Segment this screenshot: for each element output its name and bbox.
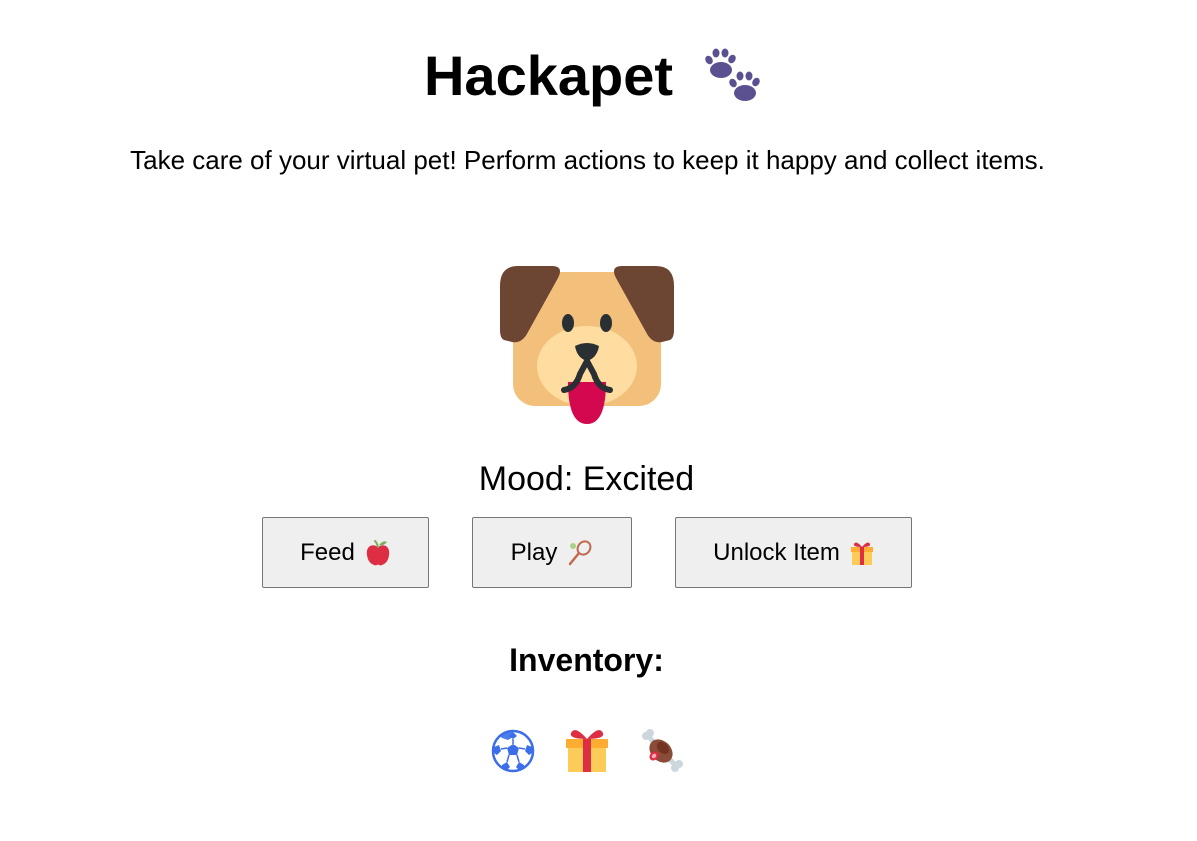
play-button-label: Play <box>510 538 558 566</box>
header: Hackapet <box>0 36 1197 116</box>
inventory-list <box>487 727 707 777</box>
inventory-item <box>563 727 611 775</box>
play-button[interactable]: Play <box>472 517 632 588</box>
feed-button-label: Feed <box>300 538 355 566</box>
inventory-heading: Inventory: <box>509 642 664 678</box>
mood-status: Mood: Excited <box>478 460 695 498</box>
unlock-item-button-label: Unlock Item <box>713 538 840 566</box>
paw-prints-icon <box>703 48 767 108</box>
page-title: Hackapet <box>423 44 674 107</box>
tennis-racket-icon <box>567 539 593 566</box>
gift-icon <box>850 540 874 566</box>
inventory-item <box>489 727 537 775</box>
unlock-item-button[interactable]: Unlock Item <box>675 517 912 588</box>
feed-button[interactable]: Feed <box>262 517 429 588</box>
dog-face-icon <box>500 266 674 424</box>
gift-icon <box>566 730 608 772</box>
inventory-item <box>637 727 685 775</box>
subtitle: Take care of your virtual pet! Perform a… <box>130 145 1045 175</box>
apple-icon <box>365 539 391 566</box>
meat-on-bone-icon <box>642 729 683 772</box>
soccer-ball-icon <box>491 729 535 773</box>
pet-avatar <box>498 262 676 428</box>
